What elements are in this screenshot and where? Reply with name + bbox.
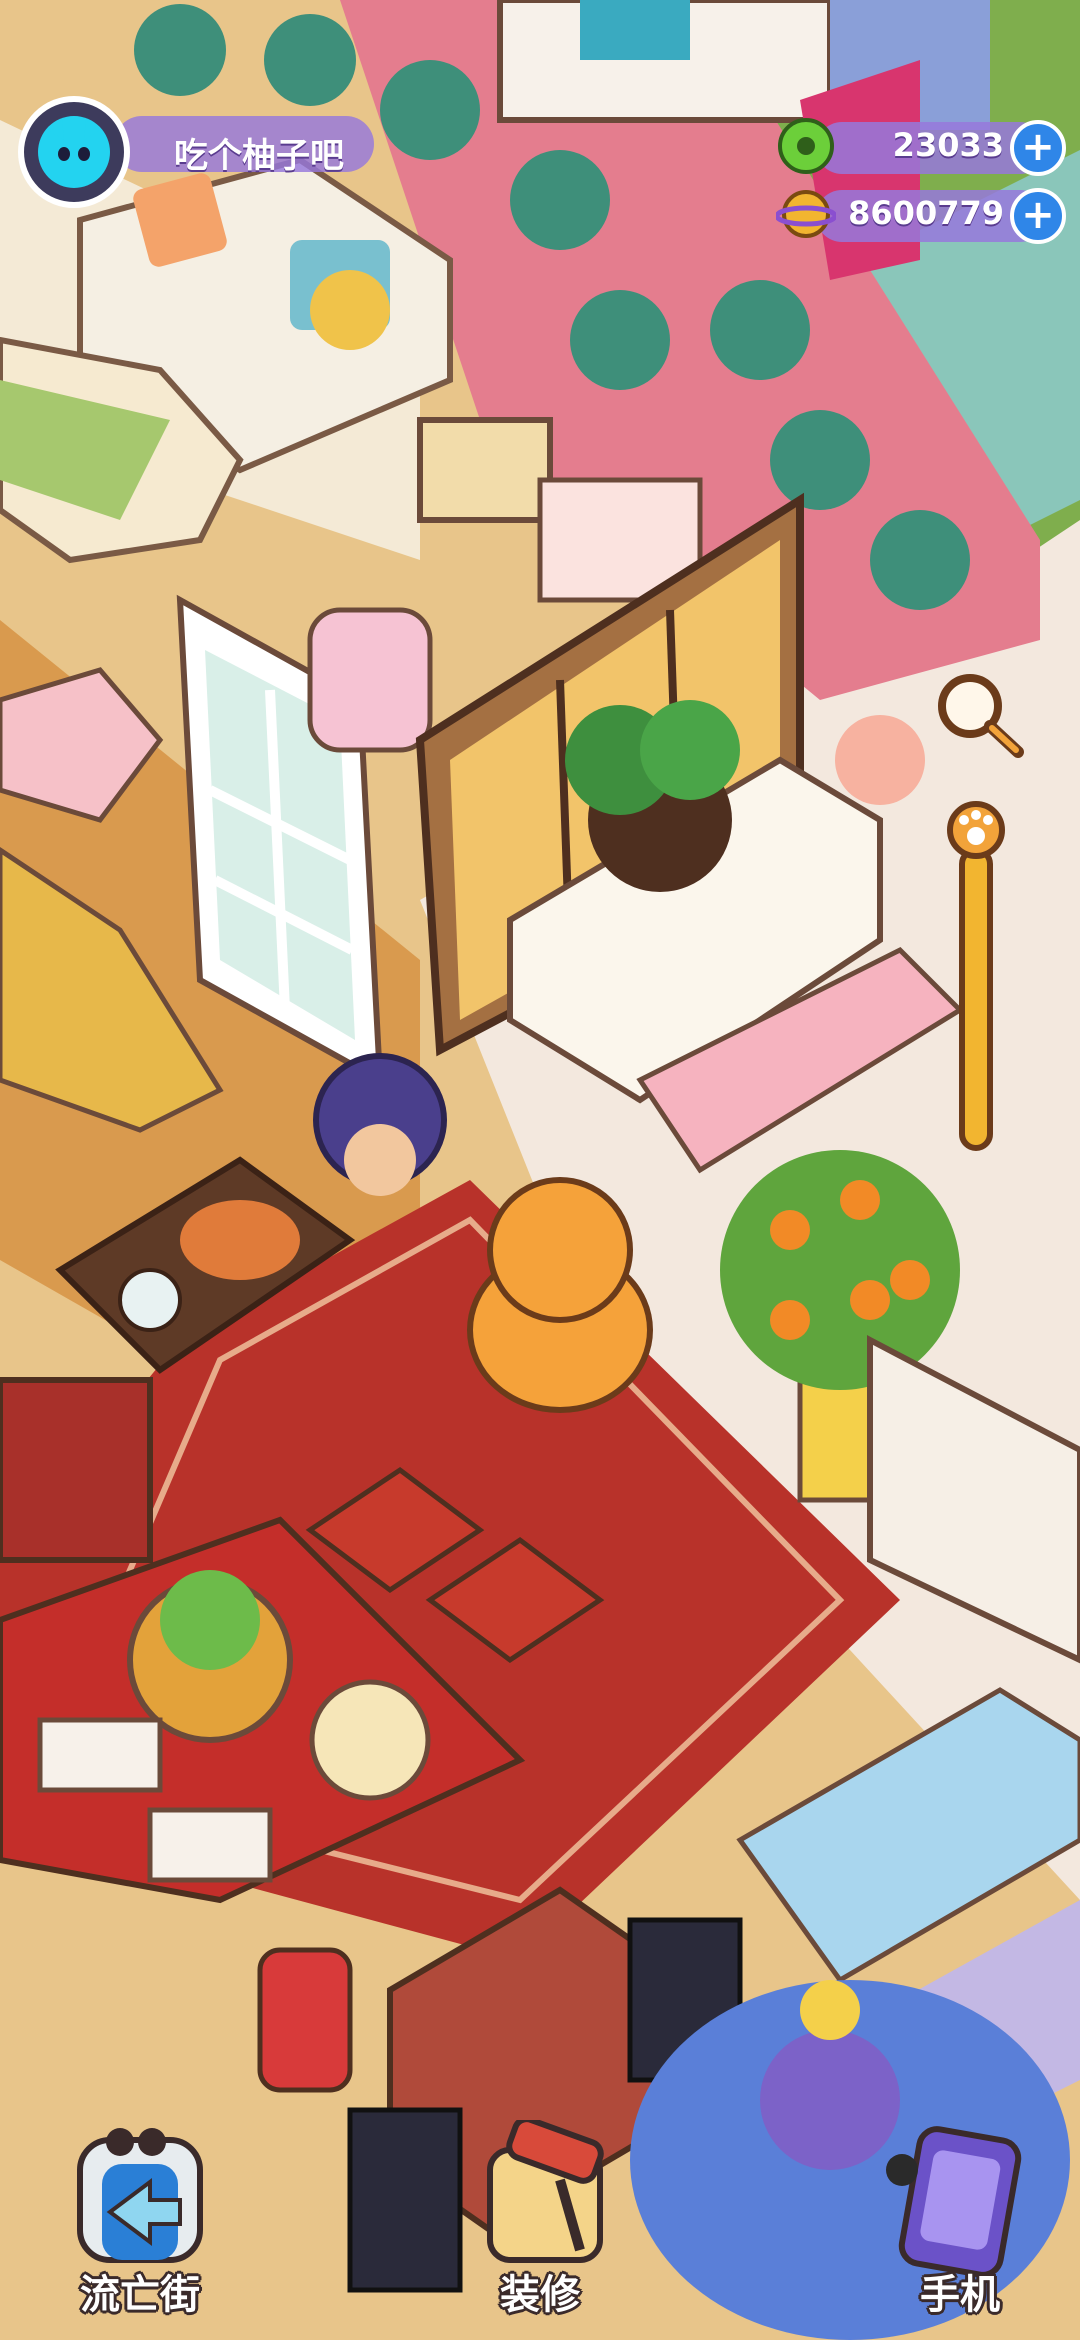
planet-currency: 8600779 + bbox=[774, 184, 1066, 246]
donut-coin-icon bbox=[776, 116, 836, 176]
player-name-pill[interactable]: 吃个柚子吧 bbox=[114, 116, 374, 176]
tv-screen bbox=[580, 0, 690, 60]
orange-cat[interactable] bbox=[467, 1177, 653, 1413]
phone-button[interactable]: 手机 bbox=[860, 2120, 1060, 2320]
planet-coin-icon bbox=[774, 184, 838, 244]
paint-roller-icon bbox=[487, 2116, 604, 2263]
phone-label: 手机 bbox=[920, 2272, 1000, 2318]
cyan-cat-face-icon bbox=[38, 116, 110, 188]
room-scene[interactable] bbox=[0, 0, 1080, 2340]
basket bbox=[417, 417, 553, 523]
add-donut-button[interactable]: + bbox=[1010, 120, 1066, 176]
red-cabinet bbox=[0, 1377, 153, 1563]
player-badge[interactable]: 吃个柚子吧 bbox=[18, 96, 378, 208]
portal-arrow-icon bbox=[77, 2128, 203, 2263]
phone-icon bbox=[886, 2126, 1022, 2278]
planet-count: 8600779 bbox=[848, 194, 1004, 232]
search-button[interactable] bbox=[928, 664, 1028, 764]
add-planet-button[interactable]: + bbox=[1010, 188, 1066, 244]
soda-bottle bbox=[257, 1947, 353, 2093]
decorate-button[interactable]: 装修 bbox=[440, 2116, 640, 2320]
paw-zoom-slider-icon bbox=[947, 801, 1005, 1151]
zoom-slider[interactable] bbox=[946, 790, 1006, 1154]
donut-currency: 23033 + bbox=[776, 116, 1066, 178]
avatar[interactable] bbox=[18, 96, 130, 208]
pink-lamp bbox=[307, 607, 433, 753]
decorate-label: 装修 bbox=[500, 2272, 580, 2318]
street-button[interactable]: 流亡街 bbox=[40, 2120, 240, 2320]
magnifier-icon bbox=[938, 674, 1024, 758]
player-name: 吃个柚子吧 bbox=[174, 136, 344, 176]
street-label: 流亡街 bbox=[80, 2272, 200, 2318]
flower-pot bbox=[835, 715, 925, 805]
donut-count: 23033 bbox=[892, 126, 1004, 164]
